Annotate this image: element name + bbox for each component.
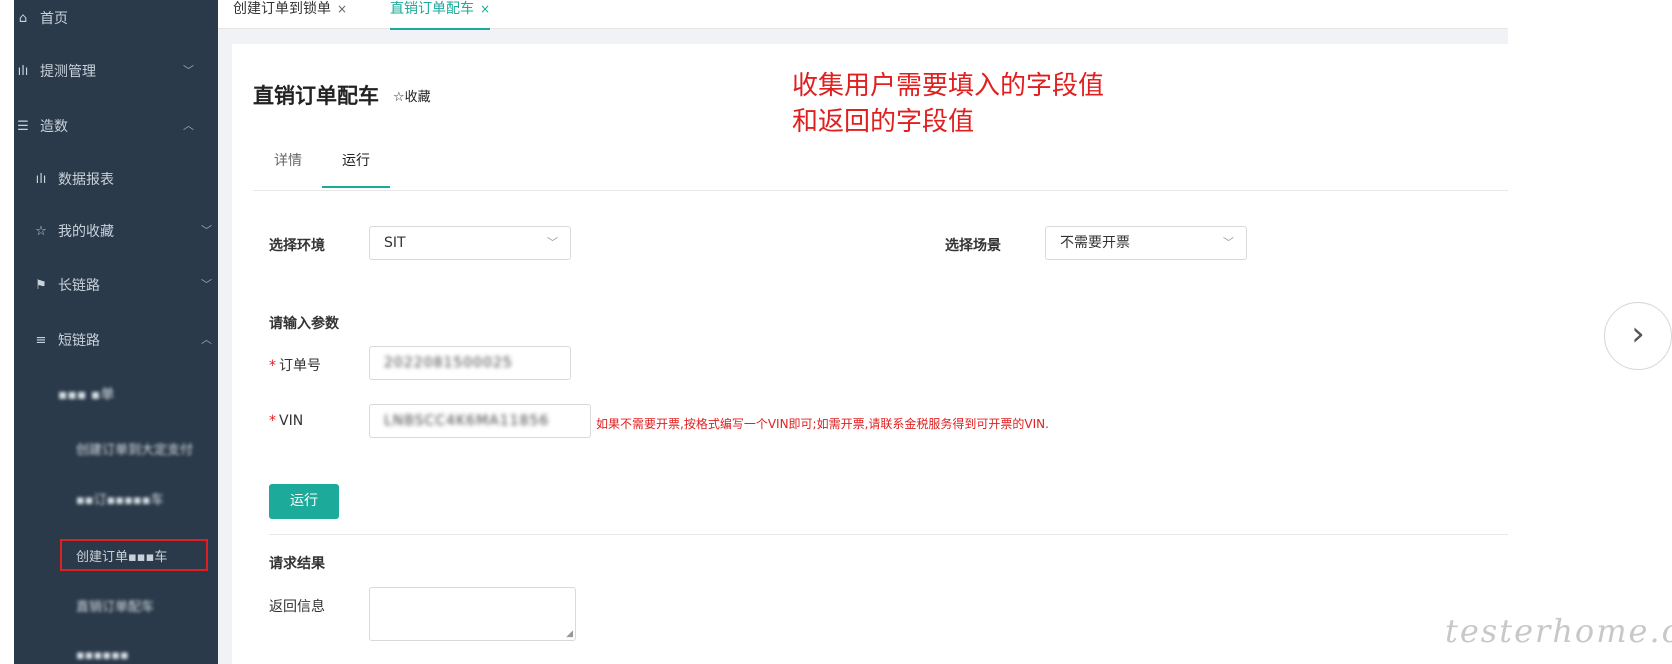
sidebar-item-data-report[interactable]: ılı 数据报表 [14, 159, 218, 199]
active-tab-indicator [322, 186, 390, 188]
close-icon[interactable]: × [337, 2, 347, 16]
home-icon: ⌂ [18, 10, 28, 26]
highlight-box [60, 539, 208, 571]
order-number-input[interactable]: 2022081500025 [369, 346, 571, 380]
sidebar-item-blurred-1[interactable]: ▪▪订▪▪▪▪▪车 [14, 478, 218, 518]
chevron-down-icon: ﹀ [183, 64, 194, 77]
vin-input[interactable]: LNBSCC4K6MA11856 [369, 404, 591, 438]
left-strip [0, 0, 14, 664]
sidebar-item-test-management[interactable]: ılı 提测管理 ﹀ [14, 51, 218, 91]
scene-select[interactable]: 不需要开票 ﹀ [1045, 226, 1247, 260]
data-icon: ☰ [17, 118, 29, 134]
bar-chart-icon: ılı [35, 171, 47, 187]
env-label: 选择环境 [269, 238, 325, 254]
tab-direct-order-match[interactable]: 直销订单配车 × [390, 0, 491, 30]
env-select[interactable]: SIT ﹀ [369, 226, 571, 260]
sidebar-item-data-creation[interactable]: ☰ 造数 ︿ [14, 106, 218, 146]
sidebar-item-blurred-2[interactable]: ▪▪▪▪▪▪ [14, 635, 218, 664]
required-asterisk: * [269, 358, 276, 374]
sidebar-item-direct-order-match[interactable]: 直销订单配车 [14, 585, 218, 625]
page-title: 直销订单配车 [253, 84, 379, 108]
chevron-down-icon: ﹀ [547, 236, 558, 249]
sidebar-item-home[interactable]: ⌂ 首页 [14, 0, 218, 38]
return-info-textarea[interactable]: ◢ [369, 587, 576, 641]
sidebar-item-order-group[interactable]: ▪▪▪ ▪单 ︿ [14, 374, 218, 414]
chevron-up-icon: ︿ [201, 333, 212, 346]
chevron-right-icon: › [1631, 314, 1645, 354]
tab-details[interactable]: 详情 [274, 150, 302, 170]
chevron-up-icon: ︿ [183, 119, 194, 132]
sidebar-item-create-order-to-deposit[interactable]: 创建订单到大定支付 [14, 428, 218, 468]
annotation-text: 收集用户需要填入的字段值 和返回的字段值 [792, 71, 1105, 137]
watermark: testerhome.com [1445, 612, 1672, 650]
bar-chart-icon: ılı [17, 63, 29, 79]
star-icon: ☆ [35, 223, 47, 239]
close-icon[interactable]: × [480, 2, 490, 16]
sidebar-item-short-link[interactable]: ≡ 短链路 ︿ [14, 320, 218, 360]
menu-icon: ≡ [35, 332, 47, 348]
params-title: 请输入参数 [269, 316, 339, 332]
result-title: 请求结果 [269, 556, 325, 572]
chevron-down-icon: ﹀ [201, 278, 212, 291]
tab-create-order-to-lock[interactable]: 创建订单到锁单 × [233, 0, 347, 28]
order-label: * 订单号 [269, 358, 321, 374]
resize-handle-icon[interactable]: ◢ [566, 629, 573, 639]
section-divider [269, 534, 1508, 535]
scene-label: 选择场景 [945, 238, 1001, 254]
next-arrow-button[interactable]: › [1604, 302, 1672, 370]
favorite-button[interactable]: ☆收藏 [393, 86, 431, 105]
return-label: 返回信息 [269, 599, 325, 615]
sidebar-item-favorites[interactable]: ☆ 我的收藏 ﹀ [14, 211, 218, 251]
sidebar-item-long-link[interactable]: ⚑ 长链路 ﹀ [14, 265, 218, 305]
chevron-down-icon: ﹀ [201, 224, 212, 237]
vin-label: * VIN [269, 413, 304, 429]
required-asterisk: * [269, 413, 276, 429]
tab-divider [253, 190, 1508, 191]
run-button[interactable]: 运行 [269, 484, 339, 519]
flag-icon: ⚑ [35, 277, 47, 293]
chevron-down-icon: ﹀ [1223, 236, 1234, 249]
vin-hint: 如果不需要开票,按格式编写一个VIN即可;如需开票,请联系金税服务得到可开票的V… [596, 417, 1049, 431]
tab-run[interactable]: 运行 [342, 150, 370, 170]
